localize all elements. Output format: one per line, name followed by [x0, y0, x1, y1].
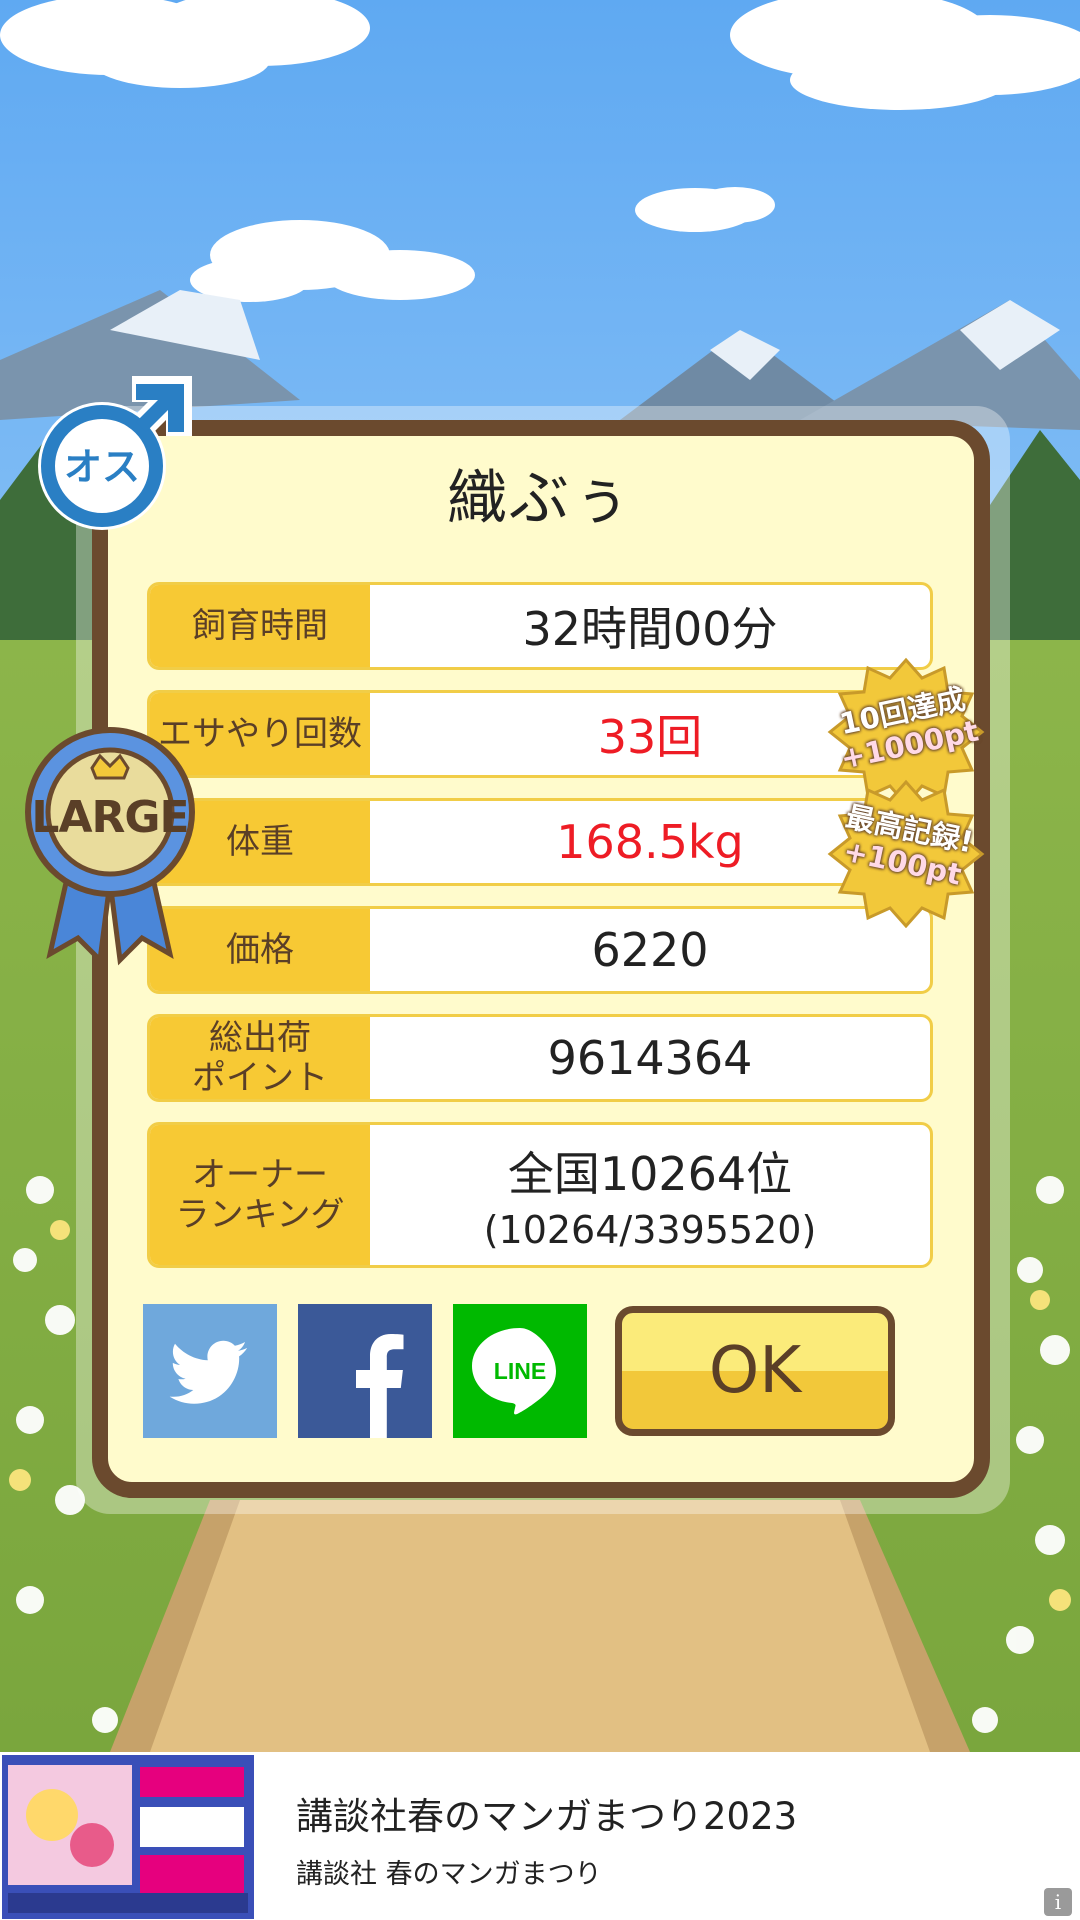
- facebook-icon: [356, 1334, 404, 1438]
- ad-subtitle[interactable]: 講談社 春のマンガまつり: [296, 1852, 602, 1891]
- size-label: LARGE: [31, 792, 189, 843]
- ranking-value: 全国10264位: [507, 1147, 793, 1201]
- stat-label: 飼育時間: [150, 585, 370, 667]
- line-share-button[interactable]: LINE: [453, 1304, 587, 1438]
- male-symbol-icon: オス: [38, 376, 192, 530]
- stat-row-total-points: 総出荷 ポイント 9614364: [147, 1014, 933, 1102]
- pet-name: 織ぶぅ: [447, 464, 633, 534]
- stat-row-weight: 体重 168.5kg: [147, 798, 933, 886]
- male-badge: オス: [36, 372, 196, 532]
- twitter-icon: [169, 1340, 247, 1404]
- ok-button[interactable]: OK: [615, 1306, 895, 1436]
- stat-value: 32時間00分: [522, 602, 778, 656]
- stat-row-breeding-time: 飼育時間 32時間00分: [147, 582, 933, 670]
- twitter-share-button[interactable]: [143, 1304, 277, 1438]
- ad-image: [2, 1755, 254, 1919]
- facebook-share-button[interactable]: [298, 1304, 432, 1438]
- stat-value: 9614364: [547, 1031, 753, 1085]
- achievement-badge: 最高記録! +100pt: [826, 778, 986, 928]
- ad-info-icon[interactable]: i: [1044, 1888, 1072, 1916]
- ad-thumbnail[interactable]: [2, 1755, 254, 1919]
- stat-row-feed-count: エサやり回数 33回: [147, 690, 933, 778]
- ad-title[interactable]: 講談社春のマンガまつり2023: [296, 1786, 797, 1840]
- line-label: LINE: [494, 1358, 546, 1384]
- stat-value: 全国10264位 (10264/3395520): [370, 1125, 930, 1265]
- stat-row-owner-ranking: オーナー ランキング 全国10264位 (10264/3395520): [147, 1122, 933, 1268]
- stat-label: 総出荷 ポイント: [150, 1017, 370, 1099]
- ranking-detail: (10264/3395520): [483, 1208, 817, 1252]
- line-icon: LINE: [472, 1328, 556, 1415]
- stat-row-price: 価格 6220: [147, 906, 933, 994]
- gender-label: オス: [64, 445, 140, 489]
- stat-label: オーナー ランキング: [150, 1125, 370, 1265]
